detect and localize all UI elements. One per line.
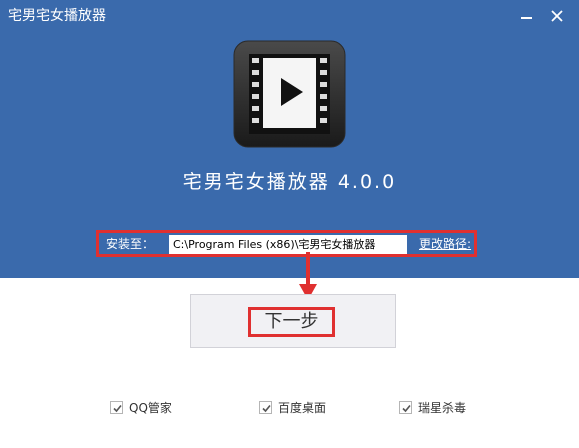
check-icon bbox=[402, 404, 411, 413]
option-label: 百度桌面 bbox=[278, 401, 327, 415]
minimize-button[interactable] bbox=[516, 6, 538, 26]
install-path-input[interactable] bbox=[169, 235, 407, 254]
window-title: 宅男宅女播放器 bbox=[8, 8, 106, 24]
option-label: 瑞星杀毒 bbox=[418, 401, 467, 415]
close-button[interactable] bbox=[546, 6, 568, 26]
next-button-label: 下一步 bbox=[248, 307, 335, 337]
checkbox[interactable] bbox=[110, 401, 123, 414]
checkbox[interactable] bbox=[259, 401, 272, 414]
check-icon bbox=[262, 404, 271, 413]
video-play-icon bbox=[233, 40, 346, 148]
header-panel: 宅男宅女播放器 宅男宅女播放器 4.0.0 安装至： C:\Program Fi… bbox=[0, 0, 579, 278]
app-name: 宅男宅女播放器 4.0.0 bbox=[182, 171, 397, 193]
option-baidu-desktop[interactable]: 百度桌面 bbox=[259, 398, 349, 418]
close-icon bbox=[551, 10, 563, 22]
option-rising-antivirus[interactable]: 瑞星杀毒 bbox=[399, 398, 489, 418]
option-qq-manager[interactable]: QQ管家 bbox=[110, 398, 200, 418]
next-button[interactable]: 下一步 bbox=[190, 294, 396, 348]
option-label: QQ管家 bbox=[129, 401, 172, 415]
checkbox[interactable] bbox=[399, 401, 412, 414]
check-icon bbox=[113, 404, 122, 413]
install-path-row: 安装至： 更改路径: bbox=[96, 230, 477, 257]
install-label: 安装至： bbox=[106, 237, 155, 251]
change-path-link[interactable]: 更改路径: bbox=[419, 235, 471, 253]
